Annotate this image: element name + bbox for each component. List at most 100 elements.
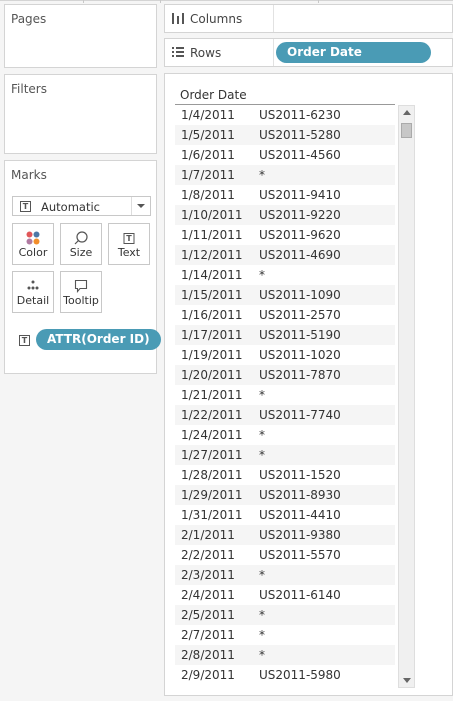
order-date-cell: 1/20/2011 — [181, 368, 243, 382]
pages-title: Pages — [11, 12, 47, 26]
columns-label: Columns — [190, 12, 243, 26]
order-id-cell: * — [259, 168, 265, 182]
order-date-pill[interactable]: Order Date — [276, 42, 431, 63]
marks-title: Marks — [11, 168, 47, 182]
table-row[interactable]: 1/31/2011 US2011-4410 — [175, 505, 395, 525]
table-row[interactable]: 1/24/2011 * — [175, 425, 395, 445]
order-id-cell: * — [259, 568, 265, 582]
order-id-cell: US2011-7870 — [259, 368, 341, 382]
order-date-cell: 1/7/2011 — [181, 168, 235, 182]
table-row[interactable]: 1/22/2011 US2011-7740 — [175, 405, 395, 425]
order-date-cell: 1/5/2011 — [181, 128, 235, 142]
order-date-cell: 1/24/2011 — [181, 428, 243, 442]
order-id-cell: US2011-5190 — [259, 328, 341, 342]
filters-card[interactable]: Filters — [4, 74, 157, 154]
table-row[interactable]: 1/16/2011 US2011-2570 — [175, 305, 395, 325]
table-row[interactable]: 1/27/2011 * — [175, 445, 395, 465]
rows-icon — [172, 47, 184, 57]
table-row[interactable]: 1/20/2011 US2011-7870 — [175, 365, 395, 385]
table-header[interactable]: Order Date — [175, 86, 395, 105]
table-row[interactable]: 1/28/2011 US2011-1520 — [175, 465, 395, 485]
size-label: Size — [69, 246, 93, 259]
vertical-scrollbar[interactable] — [398, 105, 415, 688]
text-label: Text — [117, 246, 141, 259]
order-id-cell: * — [259, 268, 265, 282]
table-row[interactable]: 1/6/2011 US2011-4560 — [175, 145, 395, 165]
order-date-cell: 1/31/2011 — [181, 508, 243, 522]
order-id-cell: US2011-2570 — [259, 308, 341, 322]
order-date-cell: 2/9/2011 — [181, 668, 235, 682]
mark-type-label: Automatic — [41, 200, 100, 214]
scroll-up-icon[interactable] — [403, 110, 411, 115]
table-row[interactable]: 1/19/2011 US2011-1020 — [175, 345, 395, 365]
table-row[interactable]: 1/15/2011 US2011-1090 — [175, 285, 395, 305]
order-id-cell: * — [259, 628, 265, 642]
table-row[interactable]: 1/7/2011 * — [175, 165, 395, 185]
order-id-cell: US2011-1020 — [259, 348, 341, 362]
detail-label: Detail — [16, 294, 50, 307]
order-id-cell: * — [259, 608, 265, 622]
table-row[interactable]: 2/3/2011 * — [175, 565, 395, 585]
order-date-cell: 2/3/2011 — [181, 568, 235, 582]
mark-type-dropdown[interactable]: T Automatic — [12, 196, 151, 216]
color-label: Color — [18, 246, 48, 259]
table-row[interactable]: 1/14/2011 * — [175, 265, 395, 285]
order-date-cell: 1/22/2011 — [181, 408, 243, 422]
table-row[interactable]: 1/21/2011 * — [175, 385, 395, 405]
table-row[interactable]: 1/10/2011 US2011-9220 — [175, 205, 395, 225]
order-id-cell: US2011-5570 — [259, 548, 341, 562]
tooltip-button[interactable]: Tooltip — [60, 271, 102, 313]
tooltip-bubble-icon — [74, 279, 88, 293]
scroll-thumb[interactable] — [401, 123, 412, 138]
columns-shelf-header: Columns — [165, 5, 274, 32]
table-rows: 1/4/2011 US2011-6230 1/5/2011 US2011-5280 1/… — [175, 105, 395, 685]
pages-card[interactable]: Pages — [4, 4, 157, 68]
order-date-cell: 2/8/2011 — [181, 648, 235, 662]
table-row[interactable]: 1/11/2011 US2011-9620 — [175, 225, 395, 245]
color-button[interactable]: Color — [12, 223, 54, 265]
order-id-cell: * — [259, 388, 265, 402]
order-date-cell: 1/11/2011 — [181, 228, 243, 242]
detail-button[interactable]: Detail — [12, 271, 54, 313]
table-row[interactable]: 2/5/2011 * — [175, 605, 395, 625]
order-date-cell: 1/14/2011 — [181, 268, 243, 282]
order-date-cell: 1/16/2011 — [181, 308, 243, 322]
table-row[interactable]: 2/9/2011 US2011-5980 — [175, 665, 395, 685]
table-row[interactable]: 1/8/2011 US2011-9410 — [175, 185, 395, 205]
text-encoding-icon: T — [19, 335, 30, 346]
columns-icon — [172, 13, 184, 24]
order-date-cell: 1/10/2011 — [181, 208, 243, 222]
order-id-cell: US2011-9220 — [259, 208, 341, 222]
order-date-cell: 2/1/2011 — [181, 528, 235, 542]
order-date-cell: 1/8/2011 — [181, 188, 235, 202]
table-row[interactable]: 1/29/2011 US2011-8930 — [175, 485, 395, 505]
table-row[interactable]: 1/17/2011 US2011-5190 — [175, 325, 395, 345]
order-id-cell: US2011-6230 — [259, 108, 341, 122]
table-row[interactable]: 2/1/2011 US2011-9380 — [175, 525, 395, 545]
table-row[interactable]: 2/8/2011 * — [175, 645, 395, 665]
columns-shelf[interactable]: Columns — [164, 4, 453, 33]
table-row[interactable]: 2/4/2011 US2011-6140 — [175, 585, 395, 605]
order-date-cell: 1/12/2011 — [181, 248, 243, 262]
text-button[interactable]: T Text — [108, 223, 150, 265]
order-date-cell: 1/27/2011 — [181, 448, 243, 462]
dropdown-arrow[interactable] — [131, 197, 150, 215]
order-id-cell: * — [259, 428, 265, 442]
table-row[interactable]: 1/4/2011 US2011-6230 — [175, 105, 395, 125]
table-row[interactable]: 1/5/2011 US2011-5280 — [175, 125, 395, 145]
table-row[interactable]: 1/12/2011 US2011-4690 — [175, 245, 395, 265]
table-row[interactable]: 2/7/2011 * — [175, 625, 395, 645]
order-id-cell: US2011-9620 — [259, 228, 341, 242]
table-row[interactable]: 2/2/2011 US2011-5570 — [175, 545, 395, 565]
order-date-cell: 1/28/2011 — [181, 468, 243, 482]
order-date-cell: 1/6/2011 — [181, 148, 235, 162]
attr-order-id-pill[interactable]: ATTR(Order ID) — [36, 329, 161, 350]
marks-card: Marks T Automatic Color Size T Text Deta… — [4, 160, 161, 374]
size-lasso-icon — [74, 231, 88, 245]
color-dots-icon — [26, 231, 40, 245]
scroll-down-icon[interactable] — [403, 678, 411, 683]
detail-dots-icon — [27, 280, 39, 290]
size-button[interactable]: Size — [60, 223, 102, 265]
rows-shelf[interactable]: Rows Order Date — [164, 38, 453, 67]
order-date-cell: 1/29/2011 — [181, 488, 243, 502]
